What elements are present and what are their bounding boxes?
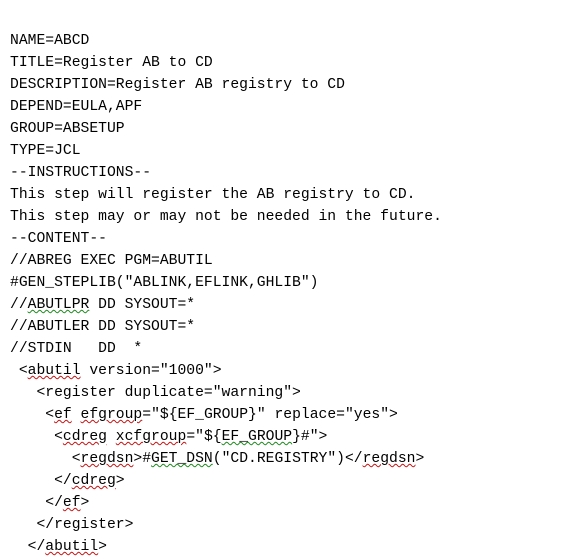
line: DEPEND=EULA,APF xyxy=(10,99,142,115)
line: <cdreg xcfgroup="${EF_GROUP}#"> xyxy=(10,429,327,445)
line: --INSTRUCTIONS-- xyxy=(10,165,151,181)
code-block: NAME=ABCD TITLE=Register AB to CD DESCRI… xyxy=(10,8,557,558)
line: TYPE=JCL xyxy=(10,143,81,159)
line: </cdreg> xyxy=(10,473,125,489)
line: This step will register the AB registry … xyxy=(10,187,415,203)
line: --CONTENT-- xyxy=(10,231,107,247)
line: TITLE=Register AB to CD xyxy=(10,55,213,71)
line: GROUP=ABSETUP xyxy=(10,121,125,137)
line: DESCRIPTION=Register AB registry to CD xyxy=(10,77,345,93)
line: //ABREG EXEC PGM=ABUTIL xyxy=(10,253,213,269)
line: </abutil> xyxy=(10,539,107,555)
line: <register duplicate="warning"> xyxy=(10,385,301,401)
line: This step may or may not be needed in th… xyxy=(10,209,442,225)
line: //STDIN DD * xyxy=(10,341,142,357)
line: </ef> xyxy=(10,495,89,511)
line: //ABUTLER DD SYSOUT=* xyxy=(10,319,195,335)
line: #GEN_STEPLIB("ABLINK,EFLINK,GHLIB") xyxy=(10,275,319,291)
line: <ef efgroup="${EF_GROUP}" replace="yes"> xyxy=(10,407,398,423)
line: NAME=ABCD xyxy=(10,33,89,49)
line: <regdsn>#GET_DSN("CD.REGISTRY")</regdsn> xyxy=(10,451,424,467)
line: <abutil version="1000"> xyxy=(10,363,222,379)
line: </register> xyxy=(10,517,133,533)
line: //ABUTLPR DD SYSOUT=* xyxy=(10,297,195,313)
